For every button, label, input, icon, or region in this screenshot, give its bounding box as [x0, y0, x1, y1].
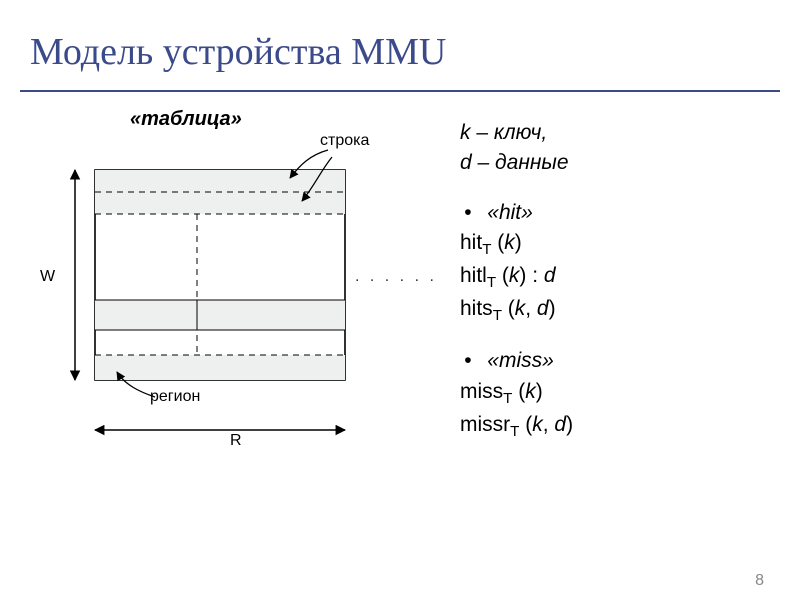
hit2-c: ) : [519, 264, 544, 287]
miss2-a: missr [460, 413, 510, 436]
k-def: – ключ, [471, 121, 548, 144]
hit3-k: k [515, 297, 526, 320]
k-var: k [460, 121, 471, 144]
hit3-sub: T [493, 308, 502, 325]
hit2-a: hitl [460, 264, 487, 287]
hit1-b: ( [491, 231, 504, 254]
miss2-c: , [543, 413, 555, 436]
miss2-e: ) [566, 413, 573, 436]
d-def: – данные [472, 151, 569, 174]
hit2-sub: T [487, 275, 496, 292]
miss1-c: ) [536, 380, 543, 403]
table-diagram [0, 0, 430, 470]
hit3-a: hits [460, 297, 493, 320]
miss2-sub: T [510, 423, 519, 440]
hit2-k: k [509, 264, 520, 287]
miss1-a: miss [460, 380, 503, 403]
miss1-b: ( [512, 380, 525, 403]
miss2-d: d [554, 413, 566, 436]
miss-header: «miss» [487, 349, 554, 372]
page-number: 8 [755, 572, 764, 590]
miss2-b: ( [519, 413, 532, 436]
hit2-d: d [544, 264, 556, 287]
miss2-k: k [532, 413, 543, 436]
d-var: d [460, 151, 472, 174]
miss1-k: k [525, 380, 536, 403]
hit-header: «hit» [487, 201, 533, 224]
hit1-k: k [504, 231, 515, 254]
hit2-b: ( [496, 264, 509, 287]
hit1-a: hit [460, 231, 482, 254]
hit1-c: ) [515, 231, 522, 254]
hit3-c: , [525, 297, 537, 320]
hit3-d: d [537, 297, 549, 320]
hit3-b: ( [502, 297, 515, 320]
hit3-e: ) [549, 297, 556, 320]
legend-block: k – ключ, d – данные «hit» hitT (k) hitl… [460, 118, 573, 443]
